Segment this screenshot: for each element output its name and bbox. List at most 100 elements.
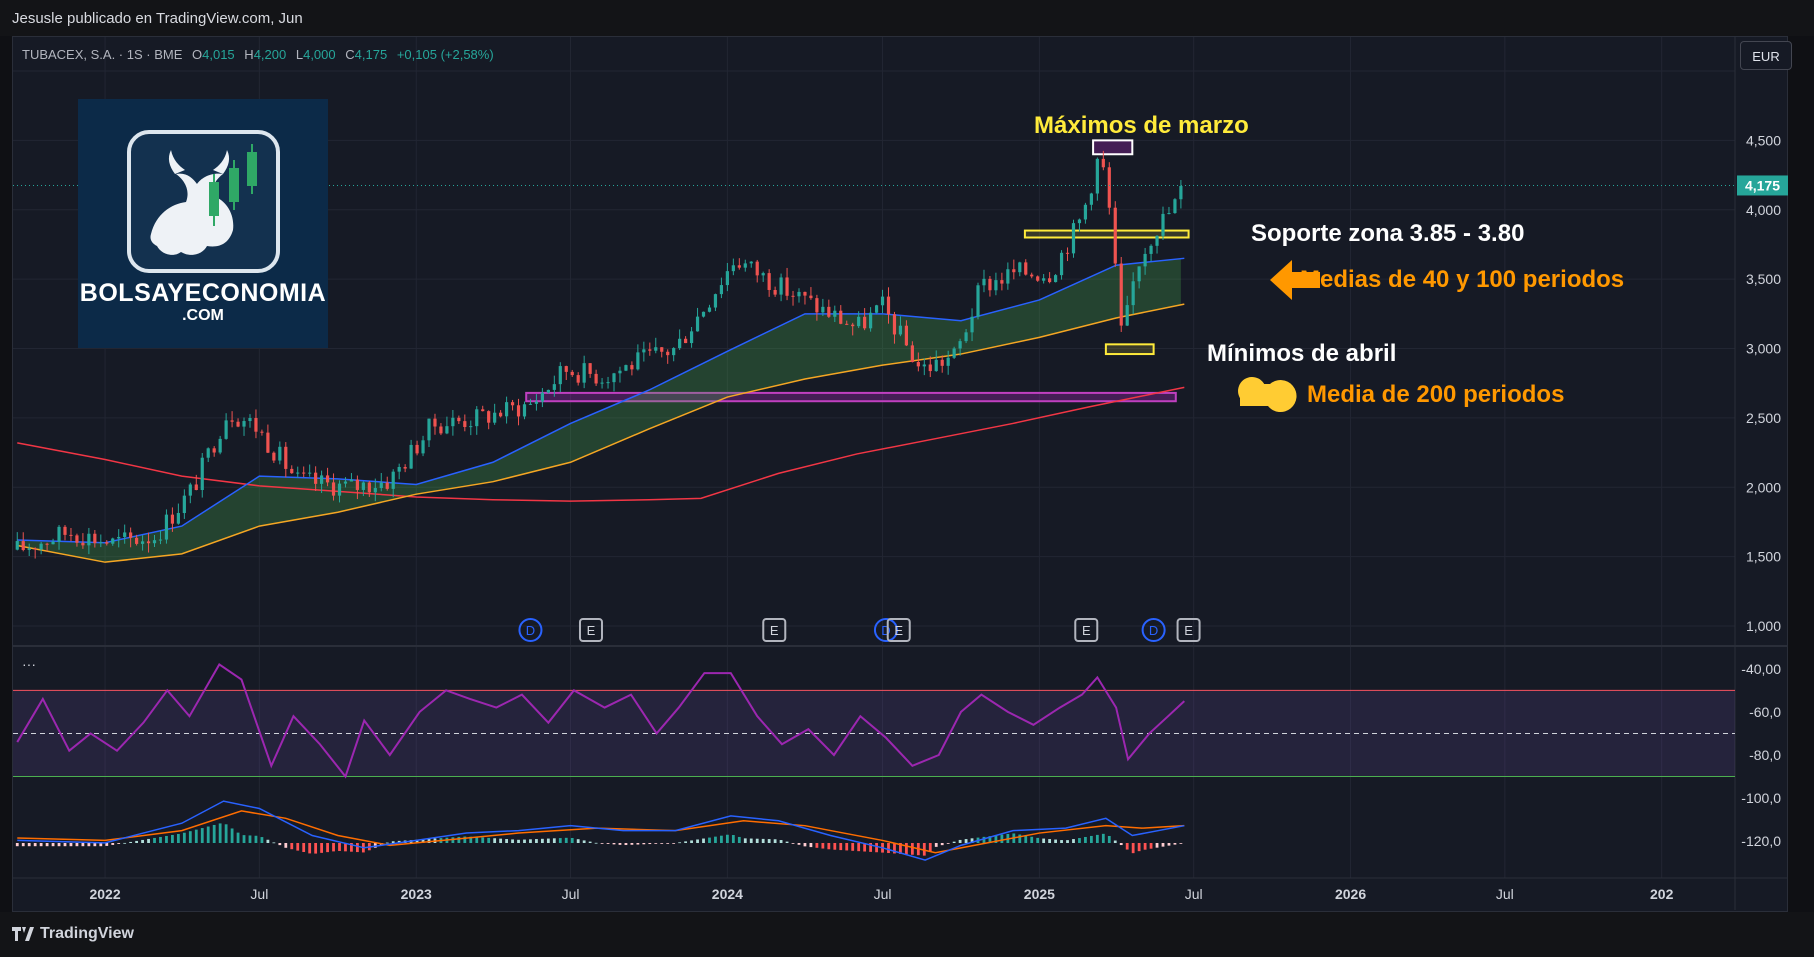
macd-histogram-bar: [21, 843, 25, 847]
currency-button[interactable]: EUR: [1740, 41, 1792, 70]
candle-body: [666, 351, 670, 356]
macd-histogram-bar: [720, 835, 723, 843]
candle-body: [874, 305, 879, 313]
annotation-ma-40-100: Medias de 40 y 100 periodos: [1300, 266, 1625, 293]
candle-body: [564, 366, 568, 372]
candle-body: [767, 273, 771, 290]
macd-histogram-bar: [475, 837, 479, 843]
macd-histogram-bar: [57, 843, 61, 847]
macd-histogram-bar: [51, 843, 55, 847]
tradingview-brand[interactable]: TradingView: [12, 925, 134, 943]
candle-body: [672, 348, 676, 356]
candle-body: [212, 448, 216, 453]
macd-histogram-bar: [535, 839, 538, 843]
candle-body: [1167, 213, 1171, 215]
candle-body: [379, 482, 383, 489]
candle-body: [851, 324, 855, 327]
candle-body: [469, 426, 473, 428]
candle-body: [487, 411, 491, 423]
candle-body: [827, 306, 831, 317]
close-label: C: [345, 47, 355, 62]
symbol-legend[interactable]: TUBACEX, S.A. · 1S · BME O4,015 H4,200 L…: [22, 47, 494, 62]
candle-body: [140, 541, 145, 544]
candle-body: [612, 373, 616, 383]
candle-body: [206, 448, 210, 458]
macd-histogram-bar: [385, 842, 389, 844]
macd-histogram-bar: [523, 839, 526, 843]
macd-histogram-bar: [308, 843, 312, 854]
macd-histogram-bar: [910, 843, 914, 855]
macd-histogram-bar: [958, 839, 962, 843]
macd-histogram-bar: [93, 843, 97, 847]
last-price-tag-label: 4,175: [1745, 177, 1780, 193]
candle-body: [594, 373, 598, 384]
macd-histogram-bar: [63, 843, 67, 847]
macd-histogram-bar: [45, 843, 49, 847]
macd-histogram-bar: [540, 838, 544, 843]
price-tick-label: 4,500: [1746, 132, 1781, 148]
candle-body: [290, 468, 294, 474]
macd-histogram-bar: [1060, 840, 1063, 843]
candle-body: [254, 417, 258, 432]
rsi-tick-label: -120,0: [1741, 833, 1781, 849]
macd-histogram-bar: [875, 843, 878, 853]
time-tick-label: 2024: [712, 886, 743, 902]
candle-body: [188, 484, 192, 496]
candle-body: [719, 285, 724, 295]
macd-histogram-bar: [1072, 839, 1075, 843]
macd-histogram-bar: [773, 839, 777, 843]
macd-histogram-bar: [887, 843, 890, 854]
macd-histogram-bar: [1036, 837, 1040, 843]
macd-histogram-bar: [618, 843, 622, 845]
macd-histogram-bar: [630, 843, 634, 845]
macd-histogram-bar: [1155, 843, 1159, 848]
symbol-name: TUBACEX, S.A. · 1S · BME: [22, 47, 183, 62]
candle-body: [1042, 278, 1046, 281]
macd-histogram-bar: [1000, 834, 1004, 843]
macd-histogram-bar: [839, 843, 843, 851]
candle-body: [21, 541, 25, 550]
candle-body: [475, 409, 479, 427]
macd-histogram-bar: [821, 843, 825, 849]
candle-body: [69, 534, 73, 536]
candle-body: [868, 312, 873, 329]
candle-body: [1000, 280, 1004, 284]
macd-histogram-bar: [188, 831, 192, 843]
candle-body: [39, 543, 43, 550]
macd-histogram-bar: [785, 841, 789, 843]
time-tick-label: Jul: [874, 886, 892, 902]
bolsayeconomia-logo: BOLSAYECONOMIA .COM: [78, 99, 328, 348]
candle-body: [731, 265, 735, 272]
macd-histogram-bar: [481, 837, 485, 843]
macd-histogram-bar: [1054, 839, 1057, 843]
price-tick-label: 2,000: [1746, 479, 1781, 495]
macd-histogram-bar: [690, 840, 693, 843]
change-value: +0,105 (+2,58%): [396, 47, 494, 62]
logo-domain: .COM: [182, 307, 224, 324]
candle-body: [433, 418, 437, 427]
candle-body: [528, 403, 533, 405]
candle-body: [1161, 213, 1165, 236]
low-label: L: [295, 47, 304, 62]
candle-body: [367, 482, 371, 493]
time-tick-label: 2023: [401, 886, 432, 902]
candle-body: [105, 542, 109, 544]
candle-body: [904, 325, 909, 346]
macd-histogram-bar: [206, 826, 210, 843]
low-value: 4,000: [303, 47, 336, 62]
candle-body: [391, 471, 395, 489]
indicator-menu-icon[interactable]: ···: [22, 656, 36, 672]
time-tick-label: 2026: [1335, 886, 1366, 902]
candle-body: [129, 532, 133, 538]
macd-histogram-bar: [552, 838, 556, 843]
zone-3: [525, 391, 1177, 403]
candle-body: [588, 363, 592, 374]
price-tick-label: 2,500: [1746, 410, 1781, 426]
candle-body: [522, 404, 527, 417]
candle-body: [230, 420, 234, 422]
rsi-tick-label: -100,0: [1741, 790, 1781, 806]
macd-histogram-bar: [200, 828, 204, 843]
candle-body: [642, 349, 646, 353]
time-tick-label: Jul: [1185, 886, 1203, 902]
macd-histogram-bar: [338, 843, 341, 851]
